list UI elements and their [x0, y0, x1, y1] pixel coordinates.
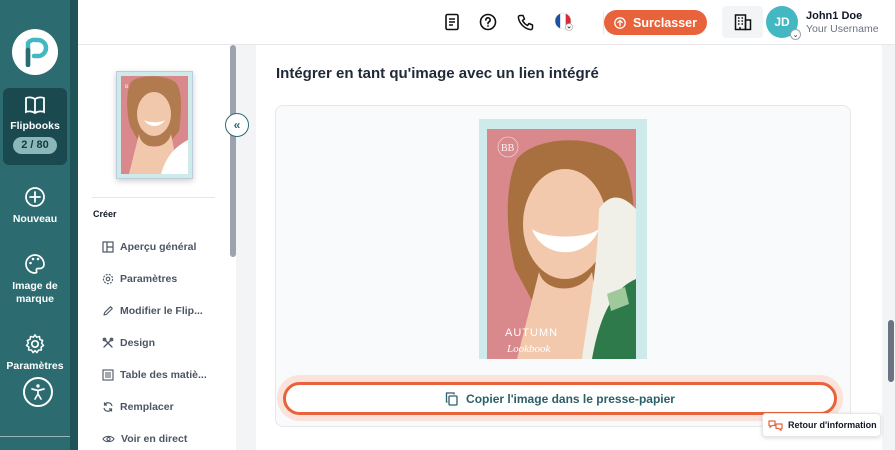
double-chevron-left-icon: « [233, 118, 241, 132]
upgrade-label: Surclasser [633, 15, 697, 30]
menu-item-label: Design [120, 337, 156, 349]
document-icon[interactable] [442, 12, 462, 32]
open-book-icon [25, 96, 45, 115]
pencil-icon [103, 306, 113, 316]
panel-divider [92, 197, 215, 198]
panel-scrollbar[interactable] [230, 45, 236, 257]
arrow-up-circle-icon [614, 16, 626, 29]
rail-divider [0, 436, 70, 437]
menu-item-label: Modifier le Flip... [120, 305, 203, 317]
menu-item-label: Remplacer [120, 401, 174, 413]
sidebar-item-image-de-marque[interactable]: Image de marque [0, 253, 70, 306]
phone-icon[interactable] [515, 12, 535, 32]
cover-headline: AUTUMN [505, 327, 558, 339]
flipbook-count-badge: 2 / 80 [13, 137, 57, 154]
section-label-creer: Créer [93, 209, 117, 219]
cover-script: Lookbook [506, 343, 552, 355]
palette-icon [25, 254, 45, 274]
menu-item-voir-en-direct[interactable]: Voir en direct [102, 433, 187, 445]
upgrade-button[interactable]: Surclasser [604, 10, 707, 35]
french-flag-icon[interactable] [554, 12, 574, 32]
menu-item-label: Voir en direct [121, 433, 188, 445]
menu-item-table-des-matieres[interactable]: Table des matiè... [102, 369, 207, 381]
avatar[interactable]: JD ⌄ [766, 6, 801, 40]
sidebar-item-nouveau[interactable]: Nouveau [0, 186, 70, 226]
tools-icon [102, 337, 114, 348]
feedback-button[interactable]: Retour d'information [762, 413, 881, 437]
avatar-initials: JD [774, 15, 790, 29]
menu-item-apercu-general[interactable]: Aperçu général [102, 241, 196, 253]
menu-item-label: Aperçu général [120, 241, 197, 253]
menu-item-modifier[interactable]: Modifier le Flip... [102, 305, 203, 317]
accessibility-button[interactable] [23, 377, 53, 407]
sidebar-item-label: Paramètres [6, 360, 64, 372]
flipbook-cover-image: BB AUTUMN Lookbook [479, 119, 647, 359]
cover-photo: BB AUTUMN Lookbook [487, 129, 636, 359]
main-scrollbar[interactable] [888, 320, 894, 382]
gear-icon [25, 334, 45, 354]
plus-circle-icon [25, 187, 45, 207]
eye-icon [102, 435, 115, 443]
menu-item-parametres[interactable]: Paramètres [102, 273, 177, 285]
user-subtitle: Your Username [806, 23, 879, 35]
cover-image-thumb: B [121, 76, 188, 174]
feedback-label: Retour d'information [788, 420, 877, 430]
sidebar-item-label: Image de marque [12, 280, 58, 305]
copy-button-label: Copier l'image dans le presse-papier [466, 391, 675, 406]
flipbook-thumbnail[interactable]: B [116, 71, 193, 179]
table-icon [102, 369, 114, 381]
feedback-icon [768, 419, 783, 431]
menu-item-label: Table des matiè... [120, 369, 207, 381]
svg-text:BB: BB [501, 143, 515, 154]
menu-item-design[interactable]: Design [102, 337, 155, 349]
rail-edge [70, 0, 78, 450]
layout-icon [102, 241, 114, 253]
collapse-panel-button[interactable]: « [225, 113, 249, 137]
publuu-logo-icon[interactable] [12, 29, 58, 75]
building-icon [734, 14, 751, 31]
chevron-down-icon: ⌄ [790, 29, 801, 40]
sidebar-item-label: Flipbooks [10, 120, 60, 132]
menu-item-remplacer[interactable]: Remplacer [102, 401, 174, 413]
sidebar-item-parametres[interactable]: Paramètres [0, 333, 70, 373]
user-name: John1 Doe [806, 10, 863, 22]
gear-icon [102, 273, 114, 285]
copy-icon [445, 391, 458, 406]
sidebar-item-flipbooks[interactable]: Flipbooks 2 / 80 [0, 95, 70, 154]
copy-image-button[interactable]: Copier l'image dans le presse-papier [283, 382, 837, 415]
accessibility-icon [31, 384, 45, 400]
help-icon[interactable] [478, 12, 498, 32]
top-bar: Surclasser JD ⌄ John1 Doe Your Username [78, 0, 895, 45]
page-title: Intégrer en tant qu'image avec un lien i… [276, 65, 599, 82]
sidebar-item-label: Nouveau [12, 213, 58, 225]
refresh-icon [103, 402, 113, 412]
menu-item-label: Paramètres [120, 273, 178, 285]
organization-button[interactable] [722, 6, 763, 38]
